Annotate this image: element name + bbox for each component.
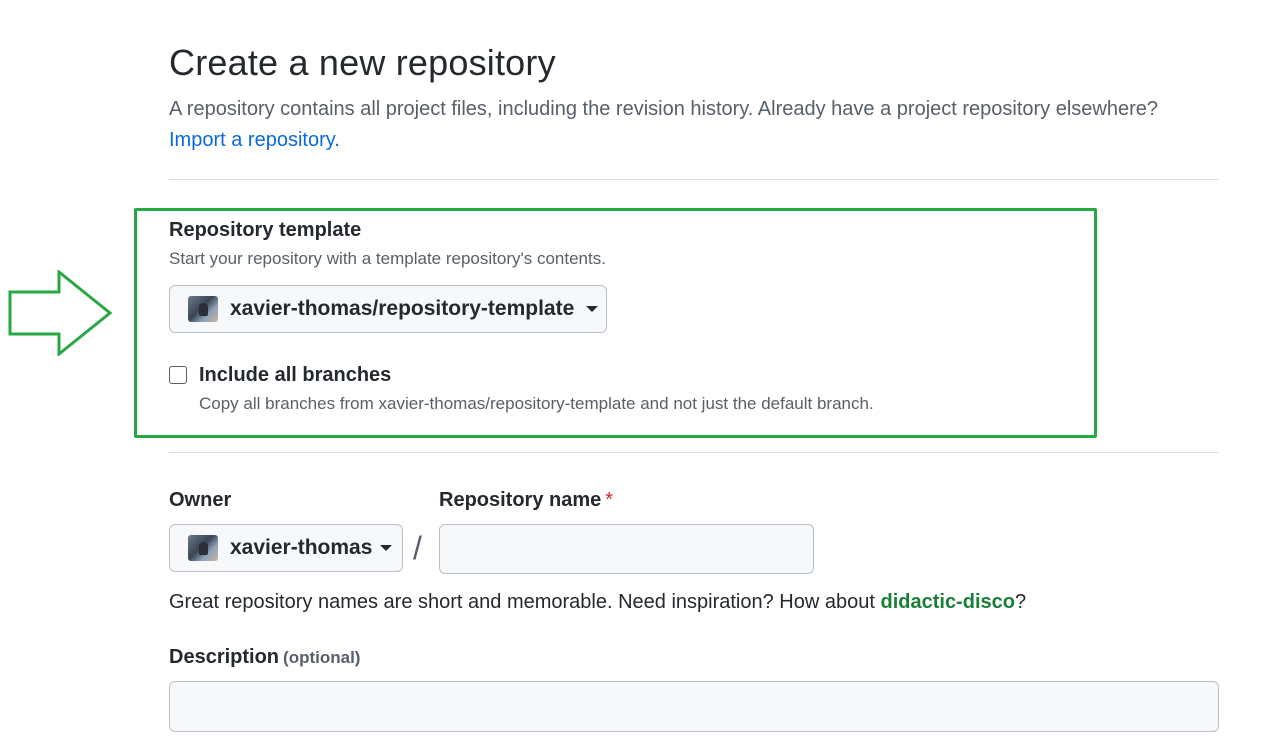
description-label: Description (optional): [169, 646, 360, 669]
subtitle-text: A repository contains all project files,…: [169, 98, 1159, 120]
page-title: Create a new repository: [169, 42, 556, 83]
repository-name-hint: Great repository names are short and mem…: [169, 591, 1026, 614]
suggested-name-link[interactable]: didactic-disco: [880, 591, 1014, 613]
divider-middle: [169, 452, 1219, 453]
avatar: [188, 296, 218, 322]
arrow-right-outline-icon: [8, 270, 113, 356]
repository-name-label: Repository name *: [439, 489, 613, 512]
template-select-button[interactable]: xavier-thomas/repository-template: [169, 285, 607, 333]
caret-down-icon: [380, 545, 393, 551]
repository-template-note: Start your repository with a template re…: [169, 249, 606, 268]
required-marker: *: [605, 489, 614, 511]
page-subtitle: A repository contains all project files,…: [169, 94, 1229, 156]
import-repository-link[interactable]: Import a repository.: [169, 129, 340, 151]
repository-name-label-text: Repository name: [439, 489, 602, 511]
hint-text: Great repository names are short and mem…: [169, 591, 881, 613]
owner-select-button[interactable]: xavier-thomas: [169, 524, 403, 572]
owner-select-label: xavier-thomas: [230, 536, 373, 559]
divider-top: [169, 179, 1219, 180]
caret-down-icon: [586, 306, 599, 312]
description-label-text: Description: [169, 646, 280, 668]
description-input[interactable]: [169, 681, 1219, 732]
repository-template-label: Repository template: [169, 219, 362, 241]
optional-marker: (optional): [283, 648, 361, 667]
hint-suffix: ?: [1014, 591, 1027, 613]
template-select-label: xavier-thomas/repository-template: [230, 297, 575, 320]
include-all-branches-checkbox[interactable]: [169, 366, 187, 384]
owner-repo-separator: /: [413, 530, 422, 566]
avatar: [188, 535, 218, 561]
include-all-branches-label[interactable]: Include all branches: [199, 364, 391, 387]
repository-name-input[interactable]: [439, 524, 814, 574]
owner-label: Owner: [169, 489, 232, 511]
create-repository-page: Create a new repository A repository con…: [0, 0, 1268, 747]
include-all-branches-note: Copy all branches from xavier-thomas/rep…: [199, 394, 874, 413]
